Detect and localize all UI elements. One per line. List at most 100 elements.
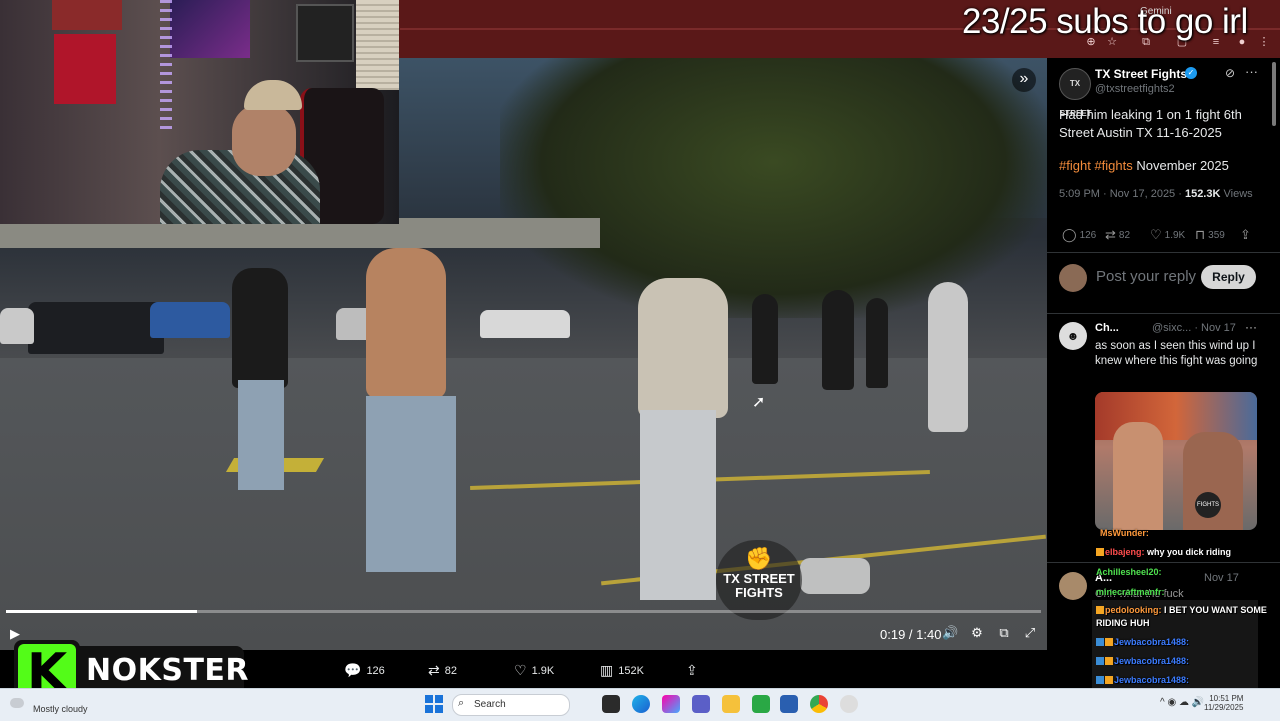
chat-username: elbajeng:: [1105, 547, 1145, 557]
badge-icon: [1105, 657, 1113, 665]
author-handle[interactable]: @txstreetfights2: [1095, 83, 1175, 95]
xbox-icon[interactable]: [752, 695, 770, 713]
badge-icon: [1096, 548, 1104, 556]
verified-badge-icon: ✓: [1185, 67, 1197, 79]
weather-text[interactable]: Mostly cloudy: [33, 704, 88, 714]
repost-action-button[interactable]: ⇄ 82: [428, 662, 457, 679]
menu-icon[interactable]: ⋮: [1258, 36, 1270, 48]
windows-logo-tile: [425, 695, 433, 703]
user-avatar[interactable]: [1059, 264, 1087, 292]
clock-date: 11/29/2025: [1204, 703, 1244, 712]
fist-icon: ✊: [745, 546, 773, 571]
stat-replies[interactable]: ◯ 126: [1062, 227, 1096, 243]
settings-gear-icon[interactable]: ⚙: [969, 625, 985, 641]
author-name[interactable]: TX Street Fights: [1095, 67, 1187, 81]
video-progress-fill[interactable]: [6, 610, 198, 613]
chat-text: I BET YOU WANT SOME: [1164, 605, 1267, 615]
like-count: 1.9K: [531, 665, 555, 677]
video-time: 0:19 / 1:40: [880, 627, 942, 642]
fighter-shirtless: [366, 248, 446, 398]
hashtag-link[interactable]: #fights: [1094, 158, 1132, 173]
taskbar-search-box[interactable]: [452, 694, 570, 716]
system-tray-icons[interactable]: ^ ◉ ☁ 🔊: [1160, 697, 1204, 708]
app-icon[interactable]: [840, 695, 858, 713]
copilot-icon[interactable]: [662, 695, 680, 713]
reply-author-handle[interactable]: @sixc... · Nov 17: [1152, 322, 1236, 334]
chat-text: why you dick riding: [1147, 547, 1232, 557]
stat-reposts[interactable]: ⇄ 82: [1105, 227, 1130, 243]
repost-icon: ⇄: [428, 662, 440, 678]
stat-reposts-count: 82: [1118, 230, 1131, 241]
reply-action-button[interactable]: 💬 126: [344, 662, 385, 679]
windows-logo-tile: [425, 705, 433, 713]
file-explorer-icon[interactable]: [722, 695, 740, 713]
stat-bookmarks[interactable]: ⊓ 359: [1195, 227, 1225, 243]
task-view-icon[interactable]: [602, 695, 620, 713]
like-action-button[interactable]: ♡ 1.9K: [514, 662, 554, 679]
reply-button[interactable]: Reply: [1201, 265, 1256, 289]
system-clock[interactable]: 10:51 PM 11/29/2025: [1204, 694, 1243, 712]
search-icon: ⌕: [458, 697, 465, 709]
more-options-icon[interactable]: ···: [1245, 320, 1257, 334]
view-count: 152K: [618, 665, 644, 677]
divider: [1047, 313, 1280, 314]
start-button[interactable]: [425, 695, 443, 713]
reply-image-person: [1113, 422, 1163, 530]
stat-replies-count: 126: [1079, 230, 1097, 241]
edge-browser-icon[interactable]: [632, 695, 650, 713]
string-lights: [160, 0, 172, 130]
tx-street-fights-watermark: ✊ TX STREET FIGHTS: [716, 540, 802, 620]
more-options-icon[interactable]: ···: [1245, 64, 1258, 79]
mouse-cursor-icon: ➚: [752, 394, 766, 411]
chat-username: Jewbacobra1488:: [1114, 656, 1190, 666]
chat-username: minecraftmanfr:: [1096, 587, 1165, 597]
scene-parking-lot: [0, 358, 1047, 650]
chat-username: Achillesheel20:: [1096, 567, 1162, 577]
comment-icon: ◯: [1062, 227, 1077, 242]
teams-icon[interactable]: [692, 695, 710, 713]
share-action-button[interactable]: ⇪: [686, 662, 703, 679]
reply-image-logo: FIGHTS: [1195, 492, 1221, 518]
chat-message: Jewbacobra1488:: [1096, 637, 1189, 647]
badge-icon: [1105, 638, 1113, 646]
author-avatar[interactable]: TX STREET: [1059, 68, 1092, 118]
reply-text: as soon as I seen this wind up I knew wh…: [1095, 340, 1258, 367]
bystander: [822, 290, 854, 390]
bystander: [232, 268, 288, 388]
badge-icon: [1096, 606, 1104, 614]
cloud-icon[interactable]: [10, 698, 24, 708]
views-action-button[interactable]: ▥ 152K: [600, 662, 644, 679]
bystander-legs: [238, 380, 284, 490]
grok-icon[interactable]: ⊘: [1225, 66, 1235, 80]
comment-icon: 💬: [344, 662, 362, 678]
watermark-line2: FIGHTS: [735, 585, 783, 600]
parked-car: [28, 302, 164, 354]
stat-likes[interactable]: ♡ 1.9K: [1150, 227, 1185, 243]
wall-poster: [296, 4, 354, 62]
woman-fighter-pants: [640, 410, 716, 600]
hashtag-link[interactable]: #fight: [1059, 158, 1091, 173]
parked-car: [0, 308, 34, 344]
reply-image[interactable]: FIGHTS: [1095, 392, 1257, 530]
reply-author-avatar[interactable]: [1059, 572, 1087, 600]
reply-input[interactable]: Post your reply: [1096, 268, 1196, 290]
reply-author-avatar[interactable]: ☻: [1059, 322, 1087, 350]
chat-username: Jewbacobra1488:: [1114, 637, 1190, 647]
chat-message: pedolooking: I BET YOU WANT SOME: [1096, 605, 1267, 615]
subs-goal-overlay: 23/25 subs to go irl: [962, 2, 1248, 41]
expand-sidebar-icon[interactable]: »: [1012, 68, 1036, 92]
store-icon[interactable]: [780, 695, 798, 713]
chat-message: Achillesheel20:: [1096, 567, 1162, 577]
picture-in-picture-icon[interactable]: ⧉: [996, 625, 1012, 641]
watermark-line1: TX STREET: [723, 571, 795, 586]
divider: [1047, 252, 1280, 253]
tweet-time[interactable]: 5:09 PM · Nov 17, 2025 ·: [1059, 188, 1185, 200]
sidebar-scrollbar[interactable]: [1272, 62, 1276, 126]
volume-icon[interactable]: 🔊: [942, 625, 958, 641]
chrome-icon[interactable]: [810, 695, 828, 713]
stat-share[interactable]: ⇪: [1240, 227, 1254, 243]
fullscreen-icon[interactable]: ⤢: [1022, 625, 1038, 641]
parked-car: [150, 302, 230, 338]
window-blinds: [356, 0, 399, 90]
reply-author-name[interactable]: Ch...: [1095, 322, 1119, 334]
